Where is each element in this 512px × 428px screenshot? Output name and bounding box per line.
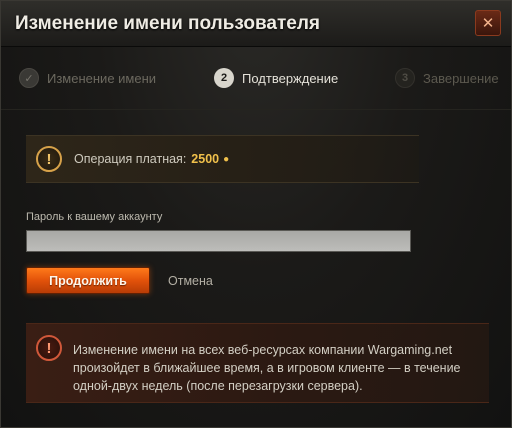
check-icon: ✓ [19, 68, 39, 88]
gold-coin-icon: ● [223, 153, 230, 165]
step-rename: ✓ Изменение имени [19, 68, 156, 88]
close-icon: ✕ [481, 15, 495, 32]
info-notice: ! Изменение имени на всех веб-ресурсах к… [26, 323, 489, 403]
wizard-steps: ✓ Изменение имени 2 Подтверждение 3 Заве… [1, 48, 511, 110]
notice-text: Изменение имени на всех веб-ресурсах ком… [73, 343, 461, 393]
dialog-title: Изменение имени пользователя [15, 13, 320, 34]
continue-button[interactable]: Продолжить [26, 267, 150, 294]
step-label: Завершение [423, 70, 499, 86]
step-number: 3 [395, 68, 415, 88]
step-label: Изменение имени [47, 70, 157, 86]
cost-amount: 2500 [191, 152, 220, 166]
step-confirmation: 2 Подтверждение [214, 68, 338, 88]
close-button[interactable]: ✕ [475, 10, 501, 36]
cost-label: Операция платная: [74, 152, 187, 166]
cancel-link[interactable]: Отмена [168, 274, 213, 288]
rename-dialog: Изменение имени пользователя ✕ ✓ Изменен… [0, 0, 512, 428]
step-completion: 3 Завершение [395, 68, 499, 88]
password-label: Пароль к вашему аккаунту [26, 211, 163, 223]
warning-icon: ! [36, 335, 62, 361]
warning-icon: ! [36, 146, 62, 172]
password-input[interactable] [26, 230, 411, 252]
cost-notice: ! Операция платная: 2500 ● [26, 135, 419, 183]
step-label: Подтверждение [242, 70, 339, 86]
dialog-header: Изменение имени пользователя ✕ [1, 1, 511, 47]
step-number: 2 [214, 68, 234, 88]
